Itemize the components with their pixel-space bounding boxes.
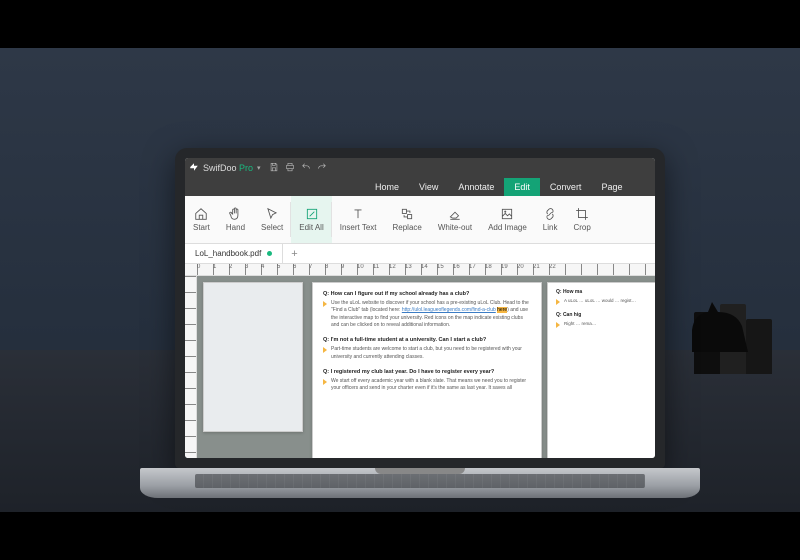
title-dropdown-icon[interactable]: ▾ xyxy=(257,164,261,172)
app-title: SwifDoo Pro xyxy=(203,163,253,173)
print-icon[interactable] xyxy=(285,162,295,174)
page-main[interactable]: Q: How can I figure out if my school alr… xyxy=(312,282,542,458)
link-button[interactable]: Link xyxy=(535,196,566,243)
start-button[interactable]: Start xyxy=(185,196,218,243)
undo-icon[interactable] xyxy=(301,162,311,174)
faq-item: Q: I registered my club last year. Do I … xyxy=(323,369,531,393)
laptop: SwifDoo Pro ▾ Home View Annotate Edit xyxy=(175,148,665,498)
page-adjacent[interactable]: Q: How ma A uLoL … uLoL … would … regist… xyxy=(547,282,655,458)
hand-button[interactable]: Hand xyxy=(218,196,253,243)
faq-item: Q: How ma A uLoL … uLoL … would … regist… xyxy=(556,289,650,304)
workspace: Q: How can I figure out if my school alr… xyxy=(185,276,655,458)
document-tabs: LoL_handbook.pdf + xyxy=(185,244,655,264)
faq-link[interactable]: http://ulol.leagueoflegends.com/find-a-c… xyxy=(402,307,496,313)
app-window: SwifDoo Pro ▾ Home View Annotate Edit xyxy=(185,158,655,458)
add-image-button[interactable]: Add Image xyxy=(480,196,535,243)
laptop-keyboard xyxy=(140,468,700,498)
faq-answer: Use the uLoL website to discover if your… xyxy=(323,300,531,329)
menu-page[interactable]: Page xyxy=(591,178,632,196)
faq-item: Q: I'm not a full-time student at a univ… xyxy=(323,337,531,361)
scene-background: SwifDoo Pro ▾ Home View Annotate Edit xyxy=(0,48,800,512)
cursor-icon xyxy=(265,207,279,221)
faq-answer: We start off every academic year with a … xyxy=(323,378,531,393)
link-icon xyxy=(543,207,557,221)
ruler-horizontal: 012345678910111213141516171819202122 xyxy=(185,264,655,276)
eraser-icon xyxy=(448,207,462,221)
faq-item: Q: How can I figure out if my school alr… xyxy=(323,291,531,329)
cat-silhouette xyxy=(688,300,748,352)
menu-annotate[interactable]: Annotate xyxy=(448,178,504,196)
document-filename: LoL_handbook.pdf xyxy=(195,249,261,258)
save-icon[interactable] xyxy=(269,162,279,174)
faq-answer: Right … rema… xyxy=(556,321,650,328)
image-icon xyxy=(500,207,514,221)
faq-item: Q: Can hig Right … rema… xyxy=(556,312,650,327)
unsaved-indicator-icon xyxy=(267,251,272,256)
menu-view[interactable]: View xyxy=(409,178,448,196)
faq-question: Q: Can hig xyxy=(556,312,650,319)
add-tab-button[interactable]: + xyxy=(283,248,305,260)
faq-answer: Part-time students are welcome to start … xyxy=(323,346,531,361)
menu-edit[interactable]: Edit xyxy=(504,178,540,196)
home-icon xyxy=(194,207,208,221)
faq-question: Q: I'm not a full-time student at a univ… xyxy=(323,337,531,344)
replace-icon xyxy=(400,207,414,221)
ruler-vertical xyxy=(185,276,197,458)
hand-icon xyxy=(228,207,242,221)
select-button[interactable]: Select xyxy=(253,196,291,243)
insert-text-button[interactable]: Insert Text xyxy=(332,196,385,243)
page-thumbnail[interactable] xyxy=(203,282,303,432)
faq-question: Q: I registered my club last year. Do I … xyxy=(323,369,531,376)
crop-icon xyxy=(575,207,589,221)
app-logo-icon xyxy=(189,162,199,174)
menu-home[interactable]: Home xyxy=(365,178,409,196)
replace-button[interactable]: Replace xyxy=(385,196,430,243)
crop-button[interactable]: Crop xyxy=(565,196,598,243)
faq-question: Q: How can I figure out if my school alr… xyxy=(323,291,531,298)
faq-answer: A uLoL … uLoL … would … regist… xyxy=(556,298,650,305)
quick-access-toolbar xyxy=(269,162,327,174)
titlebar: SwifDoo Pro ▾ xyxy=(185,158,655,178)
edit-icon xyxy=(305,207,319,221)
faq-question: Q: How ma xyxy=(556,289,650,296)
ribbon: Start Hand Select Edit All xyxy=(185,196,655,244)
document-canvas[interactable]: Q: How can I figure out if my school alr… xyxy=(197,276,655,458)
edit-all-button[interactable]: Edit All xyxy=(291,196,331,243)
redo-icon[interactable] xyxy=(317,162,327,174)
document-tab[interactable]: LoL_handbook.pdf xyxy=(185,244,283,263)
whiteout-button[interactable]: White-out xyxy=(430,196,480,243)
text-icon xyxy=(351,207,365,221)
menubar: Home View Annotate Edit Convert Page xyxy=(185,178,655,196)
menu-convert[interactable]: Convert xyxy=(540,178,592,196)
